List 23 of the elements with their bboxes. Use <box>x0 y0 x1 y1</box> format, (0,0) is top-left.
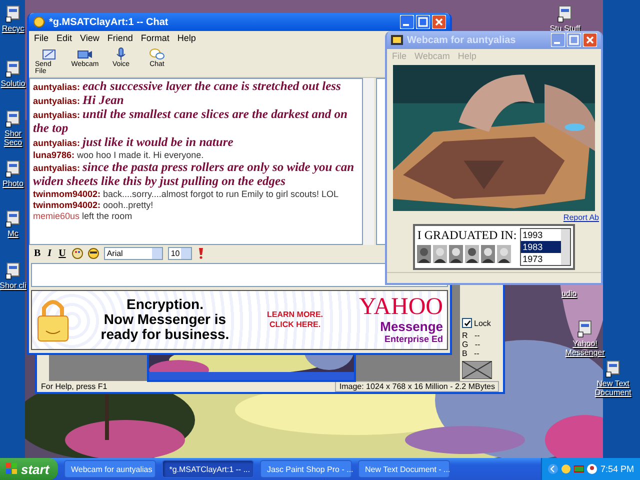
icon-label[interactable]: Recyc <box>2 24 24 33</box>
shortcut-icon[interactable] <box>5 210 21 228</box>
start-button[interactable]: start <box>0 458 58 480</box>
icon-label[interactable]: Mc <box>8 229 18 238</box>
shortcut-icon[interactable] <box>5 160 21 178</box>
icon-label[interactable]: Shor cli <box>0 281 26 290</box>
shortcut-icon[interactable] <box>605 360 621 378</box>
taskbar-button[interactable]: *g.MSATClayArt:1 -- ... <box>162 460 254 478</box>
taskbar-button[interactable]: Jasc Paint Shop Pro - ... <box>260 460 352 478</box>
shortcut-icon[interactable] <box>5 262 21 280</box>
shortcut-icon[interactable] <box>5 5 21 23</box>
taskbar-button[interactable]: New Text Document - ... <box>358 460 450 478</box>
icon-label[interactable]: New Text Document <box>594 379 632 397</box>
icon-label[interactable]: Solutio <box>0 79 26 88</box>
shortcut-icon[interactable] <box>5 60 21 78</box>
clock: 7:54 PM <box>600 464 634 474</box>
windows-logo <box>6 463 18 475</box>
taskbar-button[interactable]: Webcam for auntyalias <box>64 460 156 478</box>
shortcut-icon[interactable] <box>5 110 21 128</box>
icon-label[interactable]: Photo <box>2 179 24 188</box>
person-icon[interactable] <box>587 464 598 474</box>
chevron-icon[interactable] <box>548 464 558 474</box>
icon-label[interactable]: Shor Seco <box>0 129 30 147</box>
